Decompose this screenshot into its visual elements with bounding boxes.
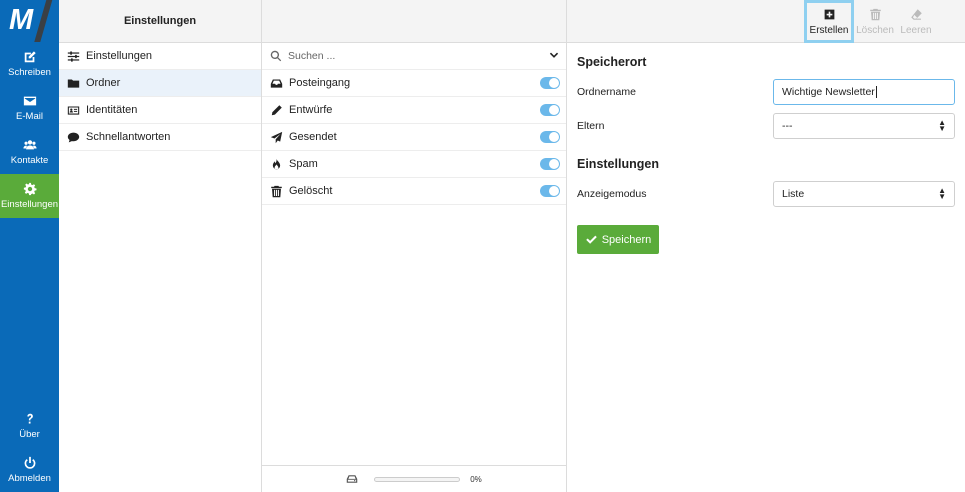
- paper-plane-icon: [270, 131, 283, 143]
- nav-about-label: Über: [19, 429, 40, 440]
- folder-item-inbox[interactable]: Posteingang: [262, 70, 566, 97]
- subscribe-toggle[interactable]: [540, 131, 560, 143]
- edit-icon: [24, 51, 36, 63]
- folder-item-spam[interactable]: Spam: [262, 151, 566, 178]
- logo-slash: [32, 0, 54, 42]
- folder-edit-column: Erstellen Löschen Leeren Speicherort Ord…: [567, 0, 965, 492]
- folder-icon: [67, 78, 80, 88]
- nav-compose-label: Schreiben: [8, 67, 51, 78]
- logo[interactable]: M: [0, 0, 59, 42]
- settings-title: Einstellungen: [123, 15, 197, 27]
- settings-item-label: Einstellungen: [86, 50, 153, 62]
- nav-contacts-label: Kontakte: [10, 155, 49, 166]
- subscribe-toggle[interactable]: [540, 158, 560, 170]
- check-icon: [585, 235, 597, 244]
- plus-square-icon: [824, 9, 834, 19]
- select-arrows-icon: ▲ ▼: [938, 186, 946, 201]
- id-card-icon: [67, 105, 80, 115]
- nav-contacts[interactable]: Kontakte: [0, 130, 59, 174]
- delete-label: Löschen: [856, 24, 894, 36]
- subscribe-toggle[interactable]: [540, 185, 560, 197]
- nav-about[interactable]: Über: [0, 404, 59, 448]
- nav-compose[interactable]: Schreiben: [0, 42, 59, 86]
- folder-item-trash[interactable]: Gelöscht: [262, 178, 566, 205]
- search-icon: [270, 50, 282, 62]
- chevron-down-icon[interactable]: [548, 50, 560, 62]
- settings-item-label: Identitäten: [86, 104, 138, 116]
- select-arrows-icon: ▲ ▼: [938, 118, 946, 133]
- foldername-label: Ordnername: [577, 86, 636, 98]
- pencil-icon: [271, 104, 282, 115]
- inbox-icon: [270, 78, 283, 88]
- settings-item-folders[interactable]: Ordner: [59, 70, 261, 97]
- save-label: Speichern: [601, 233, 652, 246]
- section-settings-title: Einstellungen: [577, 157, 659, 171]
- nav-logout[interactable]: Abmelden: [0, 448, 59, 492]
- settings-column: Einstellungen Einstellungen Ordner Ident…: [59, 0, 262, 492]
- parent-row: Eltern --- ▲ ▼: [577, 113, 955, 139]
- settings-header: Einstellungen: [59, 0, 261, 43]
- folder-item-sent[interactable]: Gesendet: [262, 124, 566, 151]
- power-icon: [24, 456, 35, 469]
- parent-label: Eltern: [577, 120, 605, 132]
- logo-letter: M: [9, 4, 33, 36]
- fire-icon: [272, 158, 281, 169]
- nav-settings[interactable]: Einstellungen: [0, 174, 59, 218]
- folder-item-drafts[interactable]: Entwürfe: [262, 97, 566, 124]
- search-input[interactable]: [288, 50, 548, 62]
- viewmode-value: Liste: [782, 188, 805, 200]
- settings-item-identities[interactable]: Identitäten: [59, 97, 261, 124]
- trash-icon: [869, 8, 881, 20]
- nav-logout-label: Abmelden: [8, 473, 51, 484]
- envelope-icon: [23, 96, 36, 106]
- sliders-icon: [67, 50, 80, 62]
- gear-icon: [23, 182, 36, 196]
- folder-name: Posteingang: [289, 77, 351, 89]
- foldername-row: Ordnername Wichtige Newsletter: [577, 79, 955, 105]
- nav-mail[interactable]: E-Mail: [0, 86, 59, 130]
- users-icon: [22, 140, 37, 150]
- folder-form: Speicherort Ordnername Wichtige Newslett…: [567, 43, 965, 254]
- settings-item-label: Schnellantworten: [86, 131, 171, 143]
- subscribe-toggle[interactable]: [540, 77, 560, 89]
- save-button[interactable]: Speichern: [577, 225, 659, 254]
- eraser-icon: [910, 8, 922, 20]
- text-caret: [875, 86, 877, 98]
- quota-footer: 0%: [262, 465, 566, 492]
- folder-list-header: [262, 0, 566, 43]
- quota-text: 0%: [470, 474, 482, 484]
- question-icon: [26, 413, 33, 424]
- comment-icon: [67, 132, 80, 142]
- main-navigation: M Schreiben E-Mail Kontakte Einstellunge…: [0, 0, 59, 492]
- viewmode-row: Anzeigemodus Liste ▲ ▼: [577, 181, 955, 207]
- nav-settings-label: Einstellungen: [0, 199, 59, 210]
- folder-name: Entwürfe: [289, 104, 333, 116]
- folder-name: Spam: [289, 158, 318, 170]
- trash-icon: [271, 185, 282, 197]
- empty-button[interactable]: Leeren: [892, 0, 940, 43]
- empty-label: Leeren: [900, 24, 932, 36]
- create-button[interactable]: Erstellen: [804, 0, 854, 43]
- folder-search: [262, 43, 566, 70]
- viewmode-label: Anzeigemodus: [577, 188, 647, 200]
- folder-name: Gelöscht: [289, 185, 333, 197]
- create-label: Erstellen: [809, 24, 849, 36]
- folder-list-column: Posteingang Entwürfe Gesendet Spam Gelös…: [262, 0, 567, 492]
- parent-select[interactable]: --- ▲ ▼: [773, 113, 955, 139]
- settings-item-responses[interactable]: Schnellantworten: [59, 124, 261, 151]
- section-location-title: Speicherort: [577, 55, 647, 69]
- toolbar: Erstellen Löschen Leeren: [567, 0, 965, 43]
- settings-item-preferences[interactable]: Einstellungen: [59, 43, 261, 70]
- viewmode-select[interactable]: Liste ▲ ▼: [773, 181, 955, 207]
- parent-value: ---: [782, 120, 793, 132]
- subscribe-toggle[interactable]: [540, 104, 560, 116]
- foldername-input[interactable]: Wichtige Newsletter: [773, 79, 955, 105]
- folder-name: Gesendet: [289, 131, 337, 143]
- foldername-value: Wichtige Newsletter: [782, 86, 875, 98]
- quota-bar: [374, 476, 461, 482]
- nav-mail-label: E-Mail: [16, 111, 43, 122]
- settings-item-label: Ordner: [86, 77, 121, 89]
- hard-drive-icon: [346, 475, 358, 483]
